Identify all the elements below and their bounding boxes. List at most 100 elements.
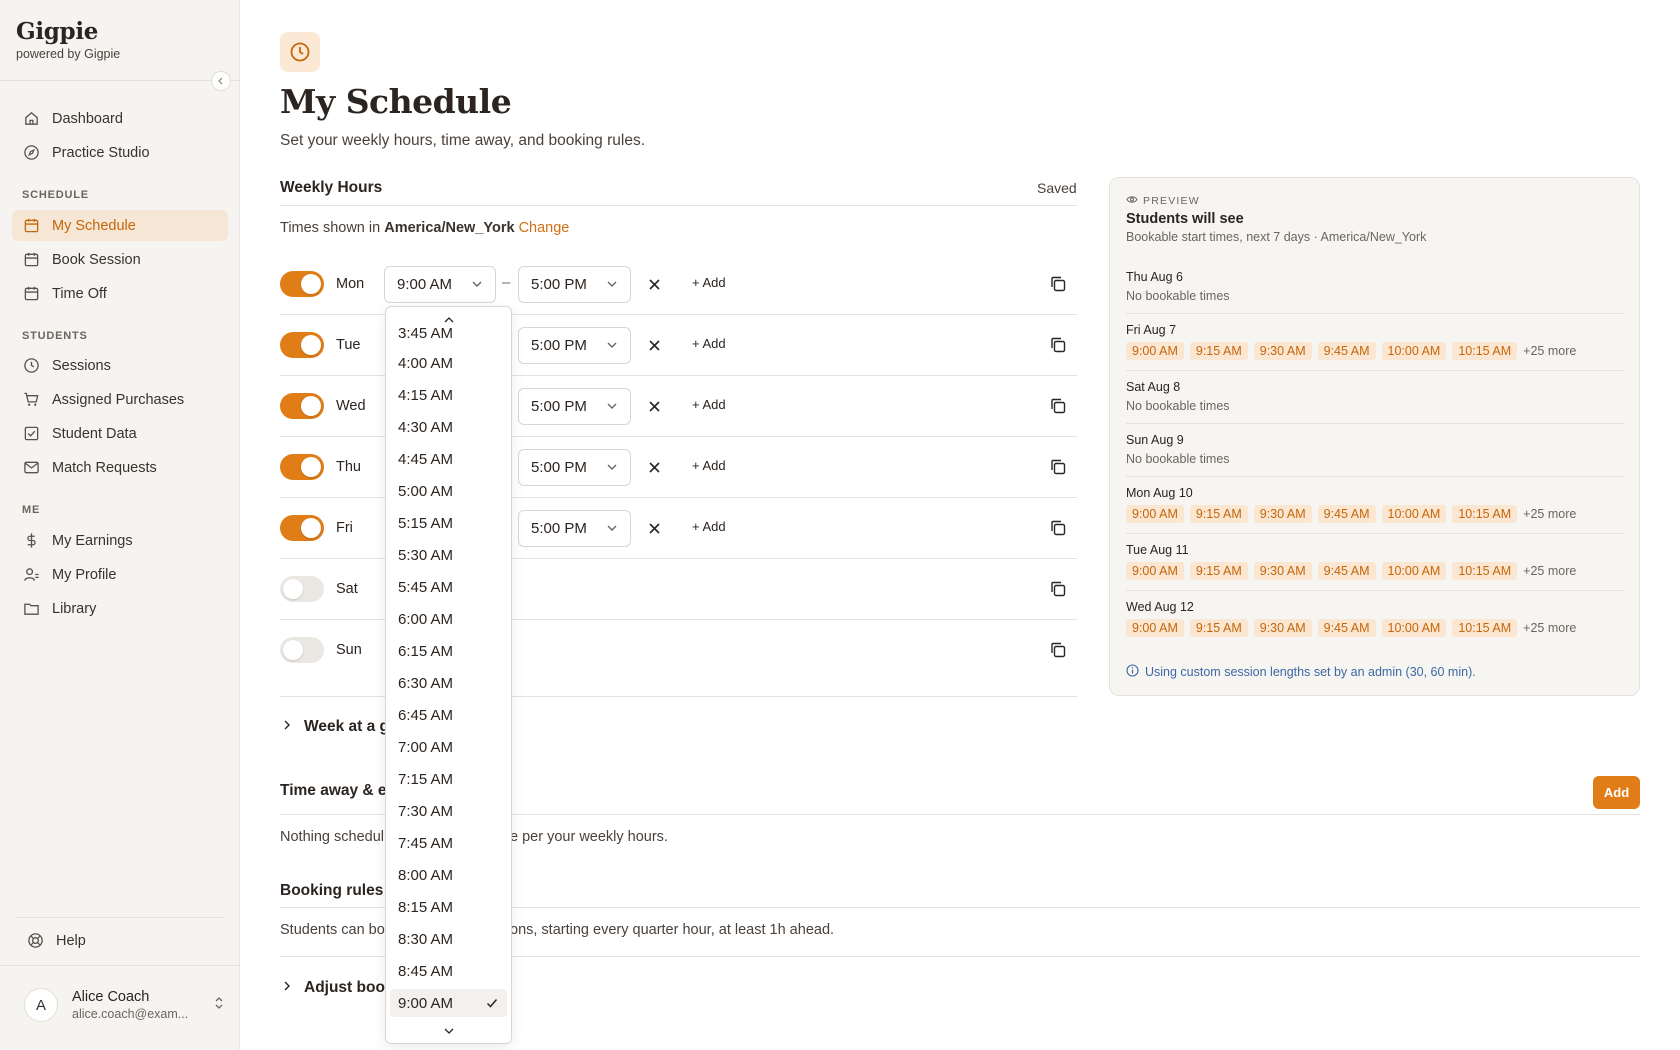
eye-icon (1126, 195, 1138, 207)
calendar-icon (22, 251, 40, 269)
clock-icon (280, 32, 320, 72)
copy-icon[interactable] (1049, 275, 1067, 293)
folder-icon (22, 600, 40, 618)
day-toggle-sun[interactable] (280, 637, 324, 663)
change-timezone-link[interactable]: Change (519, 220, 570, 236)
sidebar-item-my-schedule[interactable]: My Schedule (12, 210, 228, 241)
dropdown-option[interactable]: 5:00 AM (390, 477, 507, 505)
dropdown-option[interactable]: 7:30 AM (390, 797, 507, 825)
dropdown-option[interactable]: 8:00 AM (390, 861, 507, 889)
week-at-a-glance-toggle[interactable]: Week at a g (282, 718, 389, 736)
user-menu[interactable]: A Alice Coach alice.coach@exam... (24, 988, 224, 1022)
divider (1126, 423, 1625, 424)
day-toggle-thu[interactable] (280, 454, 324, 480)
calendar-icon (22, 285, 40, 303)
sidebar-item-match-requests[interactable]: Match Requests (12, 452, 228, 483)
sidebar-item-book-session[interactable]: Book Session (12, 244, 228, 275)
add-range-button[interactable]: + Add (692, 275, 726, 290)
scroll-down-button[interactable] (442, 1024, 456, 1038)
weekly-hours-heading: Weekly Hours (280, 179, 383, 196)
sidebar-item-my-profile[interactable]: My Profile (12, 559, 228, 590)
copy-icon[interactable] (1049, 580, 1067, 598)
end-time-select[interactable]: 5:00 PM (518, 388, 631, 425)
copy-icon[interactable] (1049, 519, 1067, 537)
chevron-right-icon (282, 979, 292, 997)
avatar: A (24, 988, 58, 1022)
dropdown-option[interactable]: 6:30 AM (390, 669, 507, 697)
sidebar-item-dashboard[interactable]: Dashboard (12, 103, 228, 134)
sidebar-item-sessions[interactable]: Sessions (12, 350, 228, 381)
sidebar-item-library[interactable]: Library (12, 593, 228, 624)
preview-title: Students will see (1126, 211, 1244, 227)
add-range-button[interactable]: + Add (692, 397, 726, 412)
dropdown-option[interactable]: 5:15 AM (390, 509, 507, 537)
dropdown-option[interactable]: 4:30 AM (390, 413, 507, 441)
add-range-button[interactable]: + Add (692, 458, 726, 473)
day-toggle-sat[interactable] (280, 576, 324, 602)
start-time-dropdown[interactable]: 3:45 AM 4:00 AM 4:15 AM 4:30 AM 4:45 AM 5:00 … (385, 306, 512, 1044)
dropdown-option[interactable]: 8:45 AM (390, 957, 507, 985)
time-slot: 10:00 AM (1381, 342, 1447, 360)
time-slot: 10:00 AM (1381, 505, 1447, 523)
copy-icon[interactable] (1049, 397, 1067, 415)
day-toggle-fri[interactable] (280, 515, 324, 541)
divider (0, 80, 240, 81)
nav-section-students: STUDENTS (22, 330, 88, 342)
sidebar-item-practice-studio[interactable]: Practice Studio (12, 137, 228, 168)
dropdown-option[interactable]: 7:00 AM (390, 733, 507, 761)
add-range-button[interactable]: + Add (692, 519, 726, 534)
add-range-button[interactable]: + Add (692, 336, 726, 351)
dropdown-option-label: 6:15 AM (398, 642, 454, 660)
dropdown-option[interactable]: 6:00 AM (390, 605, 507, 633)
dropdown-option[interactable]: 8:30 AM (390, 925, 507, 953)
dropdown-option[interactable]: 6:15 AM (390, 637, 507, 665)
close-icon (648, 400, 660, 412)
preview-day-empty: No bookable times (1126, 452, 1230, 466)
remove-range-button[interactable] (645, 275, 663, 293)
dropdown-option[interactable]: 4:15 AM (390, 381, 507, 409)
dropdown-option-label: 4:30 AM (398, 418, 454, 436)
more-slots: +25 more (1523, 344, 1577, 358)
sidebar-item-assigned-purchases[interactable]: Assigned Purchases (12, 384, 228, 415)
dropdown-option[interactable]: 7:45 AM (390, 829, 507, 857)
dropdown-option[interactable]: 4:45 AM (390, 445, 507, 473)
adjust-booking-label: Adjust bool (304, 979, 390, 996)
sidebar-item-help[interactable]: Help (16, 925, 232, 956)
end-time-select[interactable]: 5:00 PM (518, 449, 631, 486)
nav-section-schedule: SCHEDULE (22, 189, 89, 201)
end-time-select[interactable]: 5:00 PM (518, 327, 631, 364)
sidebar-item-time-off[interactable]: Time Off (12, 278, 228, 309)
sidebar-item-my-earnings[interactable]: My Earnings (12, 525, 228, 556)
day-label: Tue (336, 337, 361, 353)
dropdown-option[interactable]: 6:45 AM (390, 701, 507, 729)
sidebar-item-student-data[interactable]: Student Data (12, 418, 228, 449)
scroll-up-button[interactable] (442, 313, 456, 327)
day-toggle-tue[interactable] (280, 332, 324, 358)
dropdown-option[interactable]: 5:30 AM (390, 541, 507, 569)
dropdown-option[interactable]: 9:00 AM (390, 989, 507, 1017)
add-time-away-button[interactable]: Add (1593, 776, 1640, 809)
day-toggle-wed[interactable] (280, 393, 324, 419)
dropdown-option[interactable]: 4:00 AM (390, 349, 507, 377)
dropdown-option[interactable]: 7:15 AM (390, 765, 507, 793)
remove-range-button[interactable] (645, 336, 663, 354)
chevron-down-icon (471, 277, 483, 294)
dropdown-option[interactable]: 5:45 AM (390, 573, 507, 601)
dropdown-option[interactable]: 8:15 AM (390, 893, 507, 921)
day-toggle-mon[interactable] (280, 271, 324, 297)
end-time-select[interactable]: 5:00 PM (518, 510, 631, 547)
preview-tag-label: PREVIEW (1143, 195, 1200, 207)
copy-icon[interactable] (1049, 336, 1067, 354)
dropdown-option-label: 7:30 AM (398, 802, 454, 820)
collapse-sidebar-button[interactable] (211, 71, 231, 91)
end-time-select[interactable]: 5:00 PM (518, 266, 631, 303)
adjust-booking-toggle[interactable]: Adjust bool (282, 979, 389, 997)
copy-icon[interactable] (1049, 458, 1067, 476)
remove-range-button[interactable] (645, 519, 663, 537)
copy-icon[interactable] (1049, 641, 1067, 659)
divider (1126, 533, 1625, 534)
remove-range-button[interactable] (645, 397, 663, 415)
chevron-left-icon (218, 77, 223, 85)
remove-range-button[interactable] (645, 458, 663, 476)
start-time-select[interactable]: 9:00 AM (384, 266, 496, 303)
